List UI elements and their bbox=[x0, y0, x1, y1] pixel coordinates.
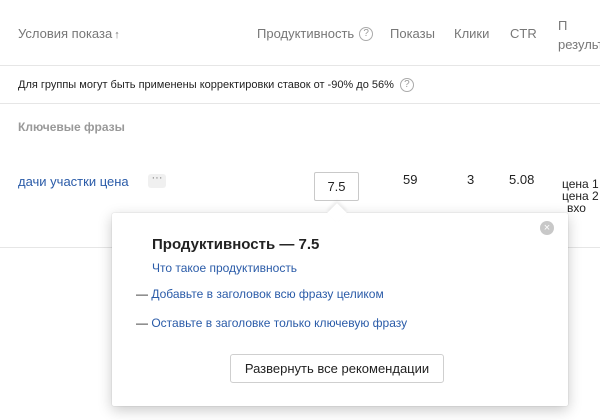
column-header-conditions-label: Условия показа bbox=[18, 26, 113, 41]
ctr-value: 5.08 bbox=[509, 172, 535, 187]
expand-recommendations-button[interactable]: Развернуть все рекомендации bbox=[230, 354, 444, 383]
column-header-result-line1: П bbox=[558, 18, 568, 33]
recommendation-dash: — bbox=[136, 316, 148, 330]
close-icon[interactable]: × bbox=[540, 221, 554, 235]
column-header-result-line2: результ bbox=[558, 37, 600, 52]
column-header-productivity-label: Продуктивность bbox=[257, 26, 355, 41]
notice-help-icon[interactable]: ? bbox=[399, 77, 414, 92]
help-icon[interactable]: ? bbox=[359, 26, 374, 41]
column-header-impressions[interactable]: Показы bbox=[390, 26, 435, 41]
recommendation-text: Добавьте в заголовок всю фразу целиком bbox=[151, 287, 384, 301]
recommendation-item[interactable]: — Добавьте в заголовок всю фразу целиком bbox=[136, 287, 384, 301]
recommendation-item[interactable]: — Оставьте в заголовке только ключевую ф… bbox=[136, 316, 407, 330]
bid-adjustment-notice: Для группы могут быть применены корректи… bbox=[0, 66, 600, 104]
column-header-ctr[interactable]: CTR bbox=[510, 26, 537, 41]
popup-title: Продуктивность — 7.5 bbox=[152, 236, 320, 253]
column-header-productivity[interactable]: Продуктивность ? bbox=[257, 26, 374, 41]
productivity-value-button[interactable]: 7.5 bbox=[314, 172, 359, 201]
impressions-value: 59 bbox=[403, 172, 418, 187]
sort-arrow-icon: ↑ bbox=[114, 29, 120, 41]
column-header-conditions[interactable]: Условия показа ↑ bbox=[18, 26, 120, 41]
column-header-result[interactable]: П результ bbox=[558, 16, 600, 54]
price-line-3: вхо bbox=[567, 201, 586, 215]
phrase-link[interactable]: дачи участки цена bbox=[18, 174, 129, 189]
column-header-clicks[interactable]: Клики bbox=[454, 26, 489, 41]
more-options-button[interactable]: ··· bbox=[148, 173, 166, 188]
table-header: Условия показа ↑ Продуктивность ? Показы … bbox=[0, 0, 600, 66]
what-is-productivity-link[interactable]: Что такое продуктивность bbox=[152, 261, 297, 275]
recommendation-dash: — bbox=[136, 287, 148, 301]
group-title-keywords: Ключевые фразы bbox=[18, 120, 125, 134]
productivity-popup: × Продуктивность — 7.5 Что такое продукт… bbox=[112, 203, 568, 406]
campaign-phrases-page: Условия показа ↑ Продуктивность ? Показы … bbox=[0, 0, 600, 420]
bid-adjustment-notice-text: Для группы могут быть применены корректи… bbox=[18, 78, 394, 91]
clicks-value: 3 bbox=[467, 172, 475, 187]
recommendation-text: Оставьте в заголовке только ключевую фра… bbox=[151, 316, 408, 330]
